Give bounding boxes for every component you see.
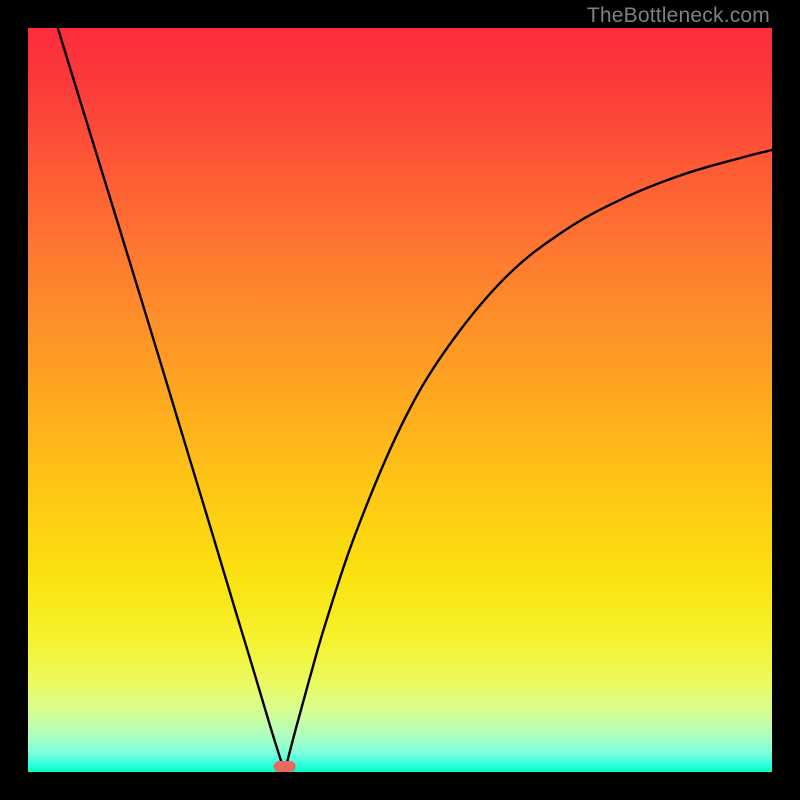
curve-line <box>28 28 772 772</box>
watermark-text: TheBottleneck.com <box>587 4 770 28</box>
bottleneck-curve <box>58 28 772 772</box>
chart-frame: TheBottleneck.com <box>0 0 800 800</box>
plot-area <box>28 28 772 772</box>
vertex-marker <box>274 761 296 772</box>
